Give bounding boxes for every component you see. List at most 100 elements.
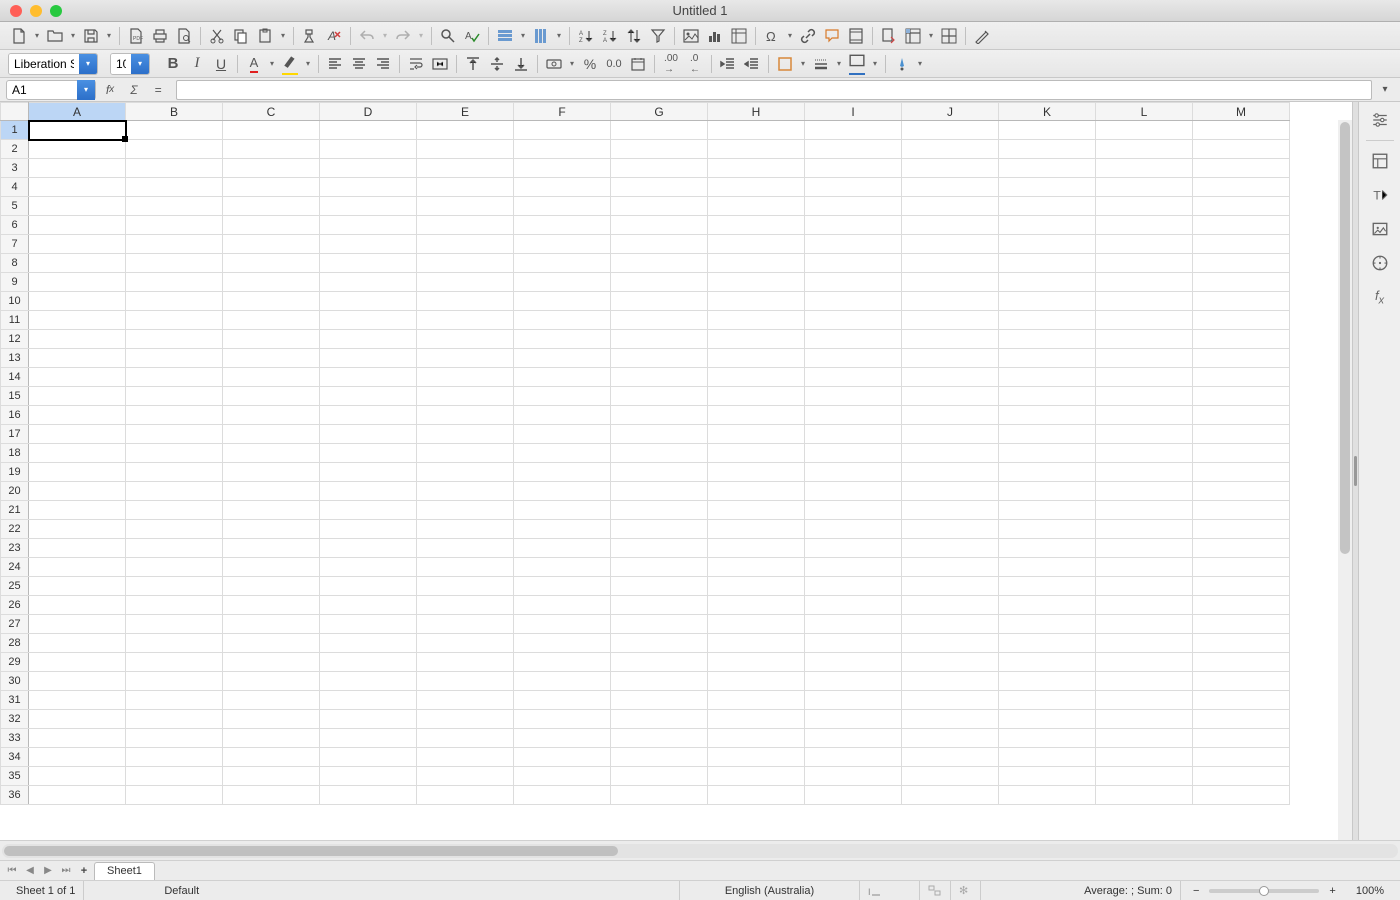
- row-header-16[interactable]: 16: [1, 406, 29, 425]
- cell-M9[interactable]: [1193, 273, 1290, 292]
- insert-pivot-button[interactable]: [728, 25, 750, 47]
- cell-B28[interactable]: [126, 634, 223, 653]
- cell-A6[interactable]: [29, 216, 126, 235]
- navigator-panel-icon[interactable]: [1366, 249, 1394, 277]
- cell-I32[interactable]: [805, 710, 902, 729]
- cell-K15[interactable]: [999, 387, 1096, 406]
- cell-B14[interactable]: [126, 368, 223, 387]
- cell-D25[interactable]: [320, 577, 417, 596]
- cell-J16[interactable]: [902, 406, 999, 425]
- cell-K16[interactable]: [999, 406, 1096, 425]
- cell-F2[interactable]: [514, 140, 611, 159]
- cell-M16[interactable]: [1193, 406, 1290, 425]
- cell-K14[interactable]: [999, 368, 1096, 387]
- cell-E36[interactable]: [417, 786, 514, 805]
- cell-C7[interactable]: [223, 235, 320, 254]
- cell-reference-box[interactable]: ▾: [6, 80, 96, 100]
- cell-C32[interactable]: [223, 710, 320, 729]
- cell-L21[interactable]: [1096, 501, 1193, 520]
- spellcheck-button[interactable]: A: [461, 25, 483, 47]
- cell-A13[interactable]: [29, 349, 126, 368]
- cell-E1[interactable]: [417, 121, 514, 140]
- cell-A30[interactable]: [29, 672, 126, 691]
- font-size-select[interactable]: ▾: [110, 53, 150, 75]
- cell-K20[interactable]: [999, 482, 1096, 501]
- headers-footers-button[interactable]: [845, 25, 867, 47]
- sort-ascending-button[interactable]: AZ: [575, 25, 597, 47]
- cell-G11[interactable]: [611, 311, 708, 330]
- cell-B32[interactable]: [126, 710, 223, 729]
- cell-B21[interactable]: [126, 501, 223, 520]
- cell-A5[interactable]: [29, 197, 126, 216]
- cell-F24[interactable]: [514, 558, 611, 577]
- cell-K6[interactable]: [999, 216, 1096, 235]
- vertical-scrollbar[interactable]: [1338, 120, 1352, 840]
- cell-F15[interactable]: [514, 387, 611, 406]
- cell-A11[interactable]: [29, 311, 126, 330]
- cell-B31[interactable]: [126, 691, 223, 710]
- row-header-5[interactable]: 5: [1, 197, 29, 216]
- cell-G36[interactable]: [611, 786, 708, 805]
- cell-E31[interactable]: [417, 691, 514, 710]
- cell-I5[interactable]: [805, 197, 902, 216]
- cell-I10[interactable]: [805, 292, 902, 311]
- cell-D2[interactable]: [320, 140, 417, 159]
- column-header-E[interactable]: E: [417, 103, 514, 121]
- cell-C1[interactable]: [223, 121, 320, 140]
- cell-L35[interactable]: [1096, 767, 1193, 786]
- cell-G4[interactable]: [611, 178, 708, 197]
- wrap-text-button[interactable]: [405, 53, 427, 75]
- cell-H30[interactable]: [708, 672, 805, 691]
- cell-A32[interactable]: [29, 710, 126, 729]
- cell-I34[interactable]: [805, 748, 902, 767]
- cell-E3[interactable]: [417, 159, 514, 178]
- cell-A26[interactable]: [29, 596, 126, 615]
- cell-E16[interactable]: [417, 406, 514, 425]
- cell-A25[interactable]: [29, 577, 126, 596]
- cell-C4[interactable]: [223, 178, 320, 197]
- styles-panel-icon[interactable]: T: [1366, 181, 1394, 209]
- cell-G1[interactable]: [611, 121, 708, 140]
- cell-D1[interactable]: [320, 121, 417, 140]
- row-header-15[interactable]: 15: [1, 387, 29, 406]
- cell-G28[interactable]: [611, 634, 708, 653]
- cell-M7[interactable]: [1193, 235, 1290, 254]
- cell-M1[interactable]: [1193, 121, 1290, 140]
- cell-G32[interactable]: [611, 710, 708, 729]
- cell-J4[interactable]: [902, 178, 999, 197]
- maximize-window-button[interactable]: [50, 5, 62, 17]
- cell-I12[interactable]: [805, 330, 902, 349]
- cell-M20[interactable]: [1193, 482, 1290, 501]
- cell-H15[interactable]: [708, 387, 805, 406]
- cell-D16[interactable]: [320, 406, 417, 425]
- export-pdf-button[interactable]: PDF: [125, 25, 147, 47]
- cell-H22[interactable]: [708, 520, 805, 539]
- cell-M2[interactable]: [1193, 140, 1290, 159]
- row-header-28[interactable]: 28: [1, 634, 29, 653]
- cell-E8[interactable]: [417, 254, 514, 273]
- define-print-area-button[interactable]: [878, 25, 900, 47]
- insert-chart-button[interactable]: [704, 25, 726, 47]
- cell-L23[interactable]: [1096, 539, 1193, 558]
- cell-H6[interactable]: [708, 216, 805, 235]
- cell-F13[interactable]: [514, 349, 611, 368]
- column-header-M[interactable]: M: [1193, 103, 1290, 121]
- cell-B11[interactable]: [126, 311, 223, 330]
- row-header-26[interactable]: 26: [1, 596, 29, 615]
- add-decimal-button[interactable]: .00→: [660, 53, 682, 75]
- row-header-2[interactable]: 2: [1, 140, 29, 159]
- font-name-select[interactable]: ▾: [8, 53, 98, 75]
- cell-K28[interactable]: [999, 634, 1096, 653]
- cell-G12[interactable]: [611, 330, 708, 349]
- font-color-dropdown[interactable]: ▾: [267, 53, 277, 75]
- cell-L9[interactable]: [1096, 273, 1193, 292]
- clear-formatting-button[interactable]: A: [323, 25, 345, 47]
- insert-special-char-dropdown[interactable]: ▾: [785, 25, 795, 47]
- close-window-button[interactable]: [10, 5, 22, 17]
- cell-A19[interactable]: [29, 463, 126, 482]
- cell-E19[interactable]: [417, 463, 514, 482]
- row-header-36[interactable]: 36: [1, 786, 29, 805]
- column-header-H[interactable]: H: [708, 103, 805, 121]
- cell-J10[interactable]: [902, 292, 999, 311]
- cell-D19[interactable]: [320, 463, 417, 482]
